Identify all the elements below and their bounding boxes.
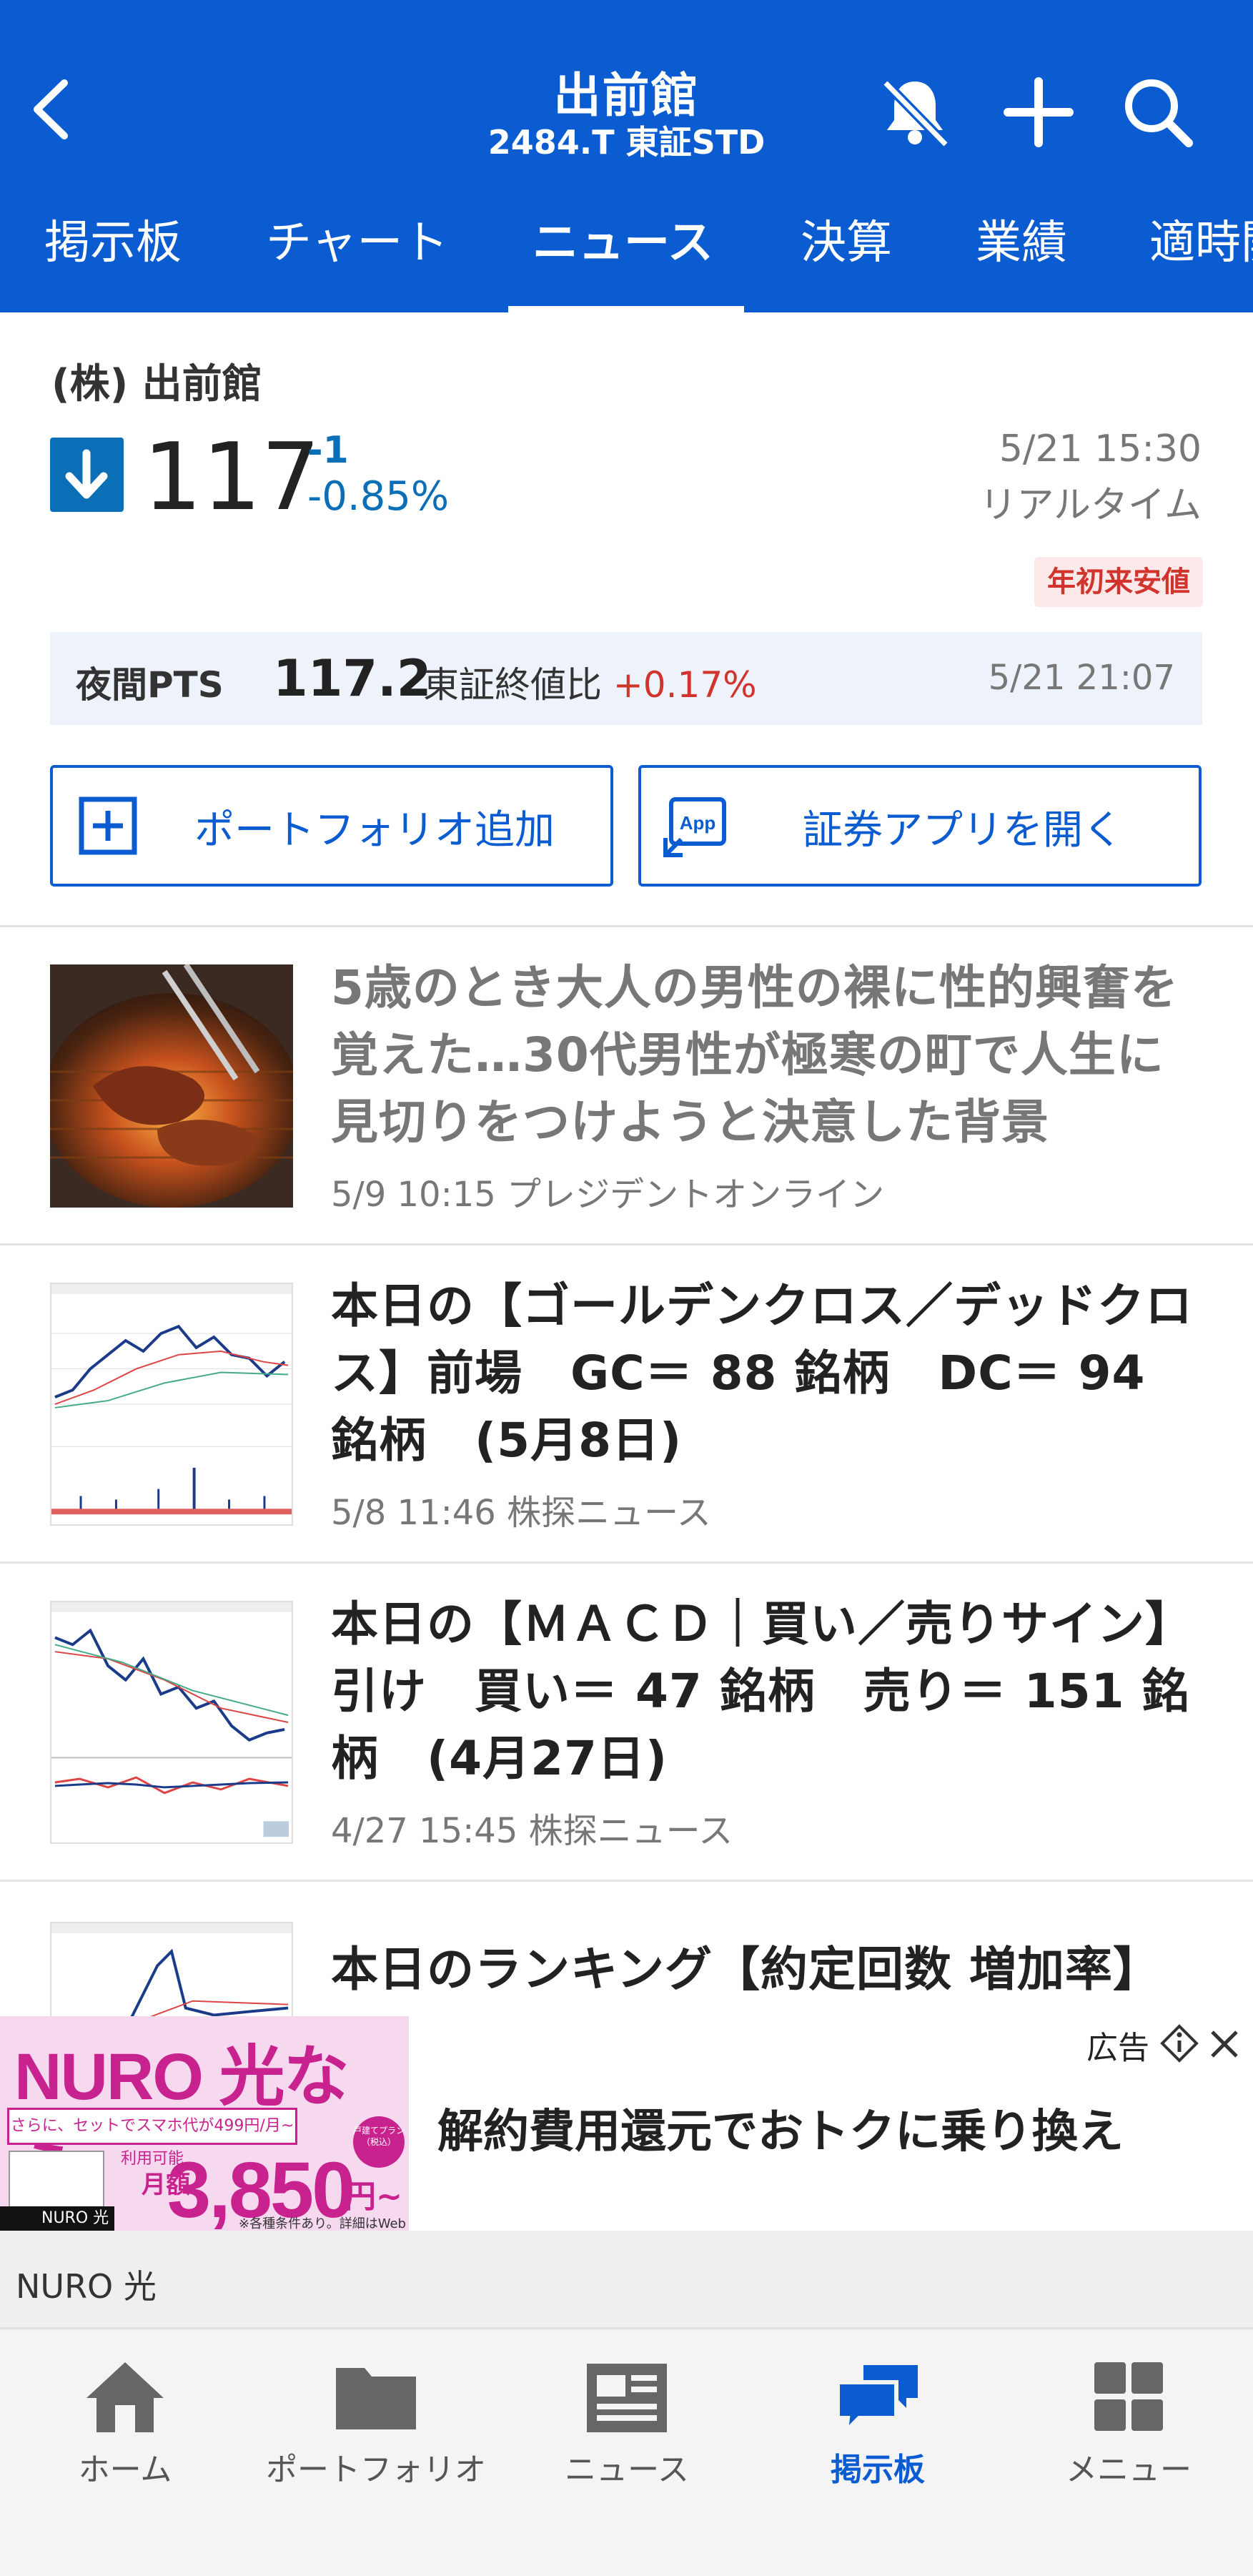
plus-icon bbox=[1004, 77, 1074, 147]
news-meta: 5/8 11:46 株探ニュース bbox=[331, 1493, 711, 1533]
night-pts-panel: 夜間PTS 117.2 東証終値比 +0.17% 5/21 21:07 bbox=[50, 632, 1202, 725]
news-item[interactable]: 本日の【ＭＡＣＤ｜買い／売りサイン】引け 買い＝ 47 銘柄 売り＝ 151 銘… bbox=[0, 1564, 1253, 1880]
app-header: 出前館 2484.T 東証STD 掲示板 チャート ニュース 決算 業績 適時開… bbox=[0, 0, 1253, 312]
news-thumbnail bbox=[50, 964, 293, 1208]
newspaper-icon bbox=[587, 2364, 667, 2432]
ad-headline: 解約費用還元でおトクに乗り換え bbox=[437, 2106, 1124, 2158]
app-icon-text: App bbox=[680, 812, 716, 834]
nav-news-label: ニュース bbox=[565, 2452, 689, 2488]
news-title: 本日の【ＭＡＣＤ｜買い／売りサイン】引け 買い＝ 47 銘柄 売り＝ 151 銘… bbox=[331, 1597, 1193, 1786]
pts-compare-value: +0.17% bbox=[613, 664, 757, 706]
news-meta: 5/9 10:15 プレジデントオンライン bbox=[331, 1175, 885, 1215]
ad-logo: NURO 光 bbox=[0, 2206, 114, 2231]
search-icon bbox=[1125, 79, 1193, 147]
news-meta: 4/27 15:45 株探ニュース bbox=[331, 1811, 733, 1851]
open-securities-app-button[interactable]: App 証券アプリを開く bbox=[638, 765, 1202, 887]
add-portfolio-button[interactable]: ポートフォリオ追加 bbox=[50, 765, 613, 887]
app-link-icon: App bbox=[663, 797, 726, 857]
pts-compare: 東証終値比 +0.17% bbox=[423, 656, 757, 708]
chart-thumbnail bbox=[50, 1922, 293, 2016]
active-tab-indicator bbox=[508, 306, 744, 312]
ad-plan-note: 戸建てプラン（税込） bbox=[353, 2116, 405, 2168]
nav-portfolio[interactable]: ポートフォリオ bbox=[251, 2329, 501, 2515]
add-portfolio-label: ポートフォリオ追加 bbox=[194, 807, 555, 854]
bottom-navigation: ホーム ポートフォリオ ニュース 掲示板 メニュー bbox=[0, 2327, 1253, 2576]
ad-label: 広告 bbox=[1086, 2030, 1149, 2066]
news-item[interactable]: 本日の【ゴールデンクロス／デッドクロス】前場 GC＝ 88 銘柄 DC＝ 94 … bbox=[0, 1245, 1253, 1561]
nav-home[interactable]: ホーム bbox=[0, 2329, 250, 2515]
pts-compare-label: 東証終値比 bbox=[423, 664, 602, 706]
tab-board[interactable]: 掲示板 bbox=[44, 214, 182, 312]
ad-promo: さらに、セットでスマホ代が499円/月~利用可能 bbox=[7, 2108, 297, 2168]
grid-menu-icon bbox=[1094, 2362, 1163, 2431]
ad-choices-icon[interactable] bbox=[1159, 2023, 1199, 2063]
tab-performance[interactable]: 業績 bbox=[976, 214, 1067, 312]
ad-image: NURO 光なら さらに、セットでスマホ代が499円/月~利用可能 月額 3,8… bbox=[0, 2016, 409, 2231]
ytd-low-badge: 年初来安値 bbox=[1034, 557, 1203, 607]
search-button[interactable] bbox=[1119, 73, 1197, 152]
ad-device-illustration bbox=[9, 2151, 104, 2214]
ad-sponsor-name: NURO 光 bbox=[16, 2267, 157, 2306]
chart-thumbnail bbox=[50, 1283, 293, 1526]
news-title: 本日の【ゴールデンクロス／デッドクロス】前場 GC＝ 88 銘柄 DC＝ 94 … bbox=[331, 1278, 1193, 1468]
nav-portfolio-label: ポートフォリオ bbox=[266, 2452, 486, 2488]
tab-news[interactable]: ニュース bbox=[533, 214, 713, 312]
nav-news[interactable]: ニュース bbox=[502, 2329, 752, 2515]
news-title: 本日のランキング【約定回数 増加率】 bbox=[331, 1942, 1161, 1997]
chat-bubbles-icon bbox=[836, 2365, 918, 2437]
news-title: 5歳のとき大人の男性の裸に性的興奮を覚えた…30代男性が極寒の町で人生に見切りを… bbox=[331, 960, 1179, 1150]
pts-price: 117.2 bbox=[273, 649, 432, 708]
nav-board-label: 掲示板 bbox=[831, 2452, 925, 2488]
company-name: (株) 出前館 bbox=[51, 361, 262, 408]
realtime-label: リアルタイム bbox=[979, 484, 1202, 527]
ad-banner[interactable]: NURO 光なら さらに、セットでスマホ代が499円/月~利用可能 月額 3,8… bbox=[0, 2016, 1253, 2231]
pts-timestamp: 5/21 21:07 bbox=[988, 658, 1175, 698]
down-arrow-icon bbox=[50, 438, 124, 512]
add-button[interactable] bbox=[999, 73, 1078, 152]
ad-price-unit: 円~ bbox=[345, 2178, 402, 2215]
nav-menu[interactable]: メニュー bbox=[1004, 2329, 1253, 2515]
ad-fine-print: ※各種条件あり。詳細はWebで。 bbox=[239, 2216, 406, 2231]
nav-board[interactable]: 掲示板 bbox=[753, 2329, 1003, 2515]
open-app-label: 証券アプリを開く bbox=[803, 807, 1123, 854]
chart-thumbnail bbox=[50, 1601, 293, 1844]
pts-label: 夜間PTS bbox=[76, 664, 224, 706]
news-item[interactable]: 5歳のとき大人の男性の裸に性的興奮を覚えた…30代男性が極寒の町で人生に見切りを… bbox=[0, 927, 1253, 1243]
home-icon bbox=[86, 2362, 164, 2432]
price-change-percent: -0.85% bbox=[307, 473, 450, 520]
nav-menu-label: メニュー bbox=[1066, 2452, 1192, 2488]
close-icon[interactable] bbox=[1207, 2026, 1242, 2062]
notification-off-button[interactable] bbox=[876, 73, 954, 152]
tab-bar: 掲示板 チャート ニュース 決算 業績 適時開示 bbox=[0, 214, 1253, 312]
folder-icon bbox=[336, 2368, 416, 2429]
tab-chart[interactable]: チャート bbox=[266, 214, 448, 312]
plus-square-icon bbox=[79, 796, 137, 855]
tab-earnings[interactable]: 決算 bbox=[801, 214, 892, 312]
stock-price: 117 bbox=[143, 423, 321, 531]
news-item[interactable]: 本日のランキング【約定回数 増加率】 bbox=[0, 1882, 1253, 2016]
price-change: -1 bbox=[307, 429, 349, 472]
nav-home-label: ホーム bbox=[78, 2452, 172, 2488]
price-timestamp: 5/21 15:30 bbox=[999, 428, 1202, 470]
tab-disclosure[interactable]: 適時開示 bbox=[1149, 214, 1253, 312]
ad-sponsor-bar[interactable]: NURO 光 bbox=[0, 2231, 1253, 2327]
bell-off-icon bbox=[881, 79, 950, 148]
